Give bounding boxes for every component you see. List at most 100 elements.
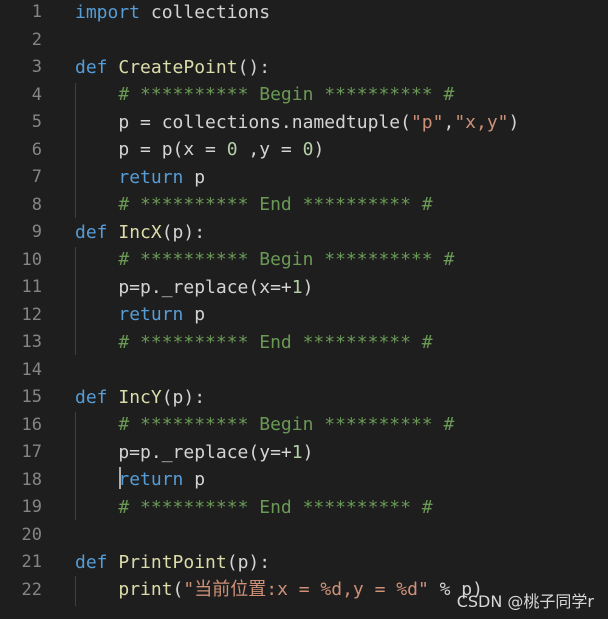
code-token: 0 (302, 139, 314, 160)
code-line[interactable]: 21 def PrintPoint(p): (0, 549, 608, 576)
code-line[interactable]: 14 (0, 356, 608, 383)
code-token: ) (508, 111, 520, 133)
code-line[interactable]: 20 (0, 521, 608, 548)
code-token: (p): (161, 386, 206, 408)
code-text: # ********** End ********** # (75, 191, 432, 218)
code-text: def IncY(p): (75, 384, 205, 411)
code-token: 1 (291, 276, 303, 298)
watermark: CSDN @桃子同学r (456, 592, 594, 611)
code-token: p=p._replace(x=+ (75, 276, 292, 298)
line-number: 15 (21, 387, 42, 407)
code-text: def IncX(p): (75, 219, 205, 246)
code-line[interactable]: 4 # ********** Begin ********** # (0, 81, 608, 108)
code-token: p=p._replace(y=+ (75, 441, 292, 463)
code-line[interactable]: 10 # ********** Begin ********** # (0, 246, 608, 273)
code-line[interactable]: 12 return p (0, 301, 608, 328)
line-number: 12 (21, 304, 42, 325)
code-token: ) (313, 139, 325, 160)
code-text: p = p(x = 0 ,y = 0) (75, 136, 324, 163)
line-number: 16 (21, 414, 42, 435)
code-line[interactable]: 8 # ********** End ********** # (0, 191, 608, 218)
code-token: (): (237, 56, 271, 78)
code-token: return (118, 469, 184, 490)
code-token: PrintPoint (118, 551, 227, 573)
code-line[interactable]: 16 # ********** Begin ********** # (0, 411, 608, 438)
code-text: # ********** Begin ********** # (75, 411, 454, 438)
code-line[interactable]: 6 p = p(x = 0 ,y = 0) (0, 136, 608, 163)
line-number: 7 (31, 167, 42, 187)
line-number: 18 (21, 469, 42, 490)
line-number: 9 (31, 222, 42, 242)
line-number: 11 (21, 277, 42, 297)
line-number: 8 (31, 194, 42, 215)
code-line[interactable]: 1 import collections (0, 0, 608, 26)
code-token: ,y = (237, 139, 303, 160)
code-line[interactable]: 13 # ********** End ********** # (0, 329, 608, 356)
line-number: 20 (21, 524, 42, 545)
code-text: return p (75, 466, 205, 493)
code-text: p = collections.namedtuple("p","x,y") (75, 109, 519, 136)
code-token: # ********** Begin ********** # (118, 84, 455, 105)
code-text: def PrintPoint(p): (75, 549, 270, 576)
code-line[interactable]: 18 return p (0, 466, 608, 493)
code-token: p = collections.namedtuple( (75, 111, 411, 133)
code-token: def (75, 551, 108, 573)
code-token: return (118, 304, 184, 325)
code-token: def (75, 386, 108, 408)
code-token: , (443, 111, 455, 133)
line-number: 4 (31, 84, 42, 105)
code-token: collections (140, 1, 271, 23)
code-line[interactable]: 17 p=p._replace(y=+1) (0, 439, 608, 466)
code-token: p (183, 304, 206, 325)
code-token: 0 (226, 139, 238, 160)
code-token: (p): (226, 551, 271, 573)
code-line[interactable]: 2 (0, 26, 608, 53)
code-editor[interactable]: 1 import collections 2 3 def CreatePoint(): 4… (0, 0, 608, 619)
code-line[interactable]: 11 p=p._replace(x=+1) (0, 274, 608, 301)
code-line[interactable]: 19 # ********** End ********** # (0, 494, 608, 521)
code-line[interactable]: 5 p = collections.namedtuple("p","x,y") (0, 109, 608, 136)
code-line[interactable]: 15 def IncY(p): (0, 384, 608, 411)
code-token: "当前位置:x = %d,y = %d" (183, 579, 429, 600)
code-text: return p (75, 301, 205, 328)
code-token: # ********** Begin ********** # (118, 249, 455, 270)
code-token: p (183, 166, 206, 188)
code-text: p=p._replace(x=+1) (75, 274, 313, 301)
code-line[interactable]: 7 return p (0, 164, 608, 191)
line-number: 6 (31, 139, 42, 160)
line-number: 3 (31, 57, 42, 77)
code-token: print (118, 579, 173, 600)
code-token: IncY (118, 386, 162, 408)
code-token: 1 (291, 441, 303, 463)
line-number: 2 (31, 29, 42, 50)
code-token: ) (302, 441, 314, 463)
code-token: p (183, 469, 206, 490)
line-number: 1 (31, 2, 42, 22)
code-token: ( (172, 579, 184, 600)
code-text: p=p._replace(y=+1) (75, 439, 313, 466)
code-text: # ********** Begin ********** # (75, 81, 454, 108)
code-line[interactable]: 9 def IncX(p): (0, 219, 608, 246)
text-cursor (119, 467, 121, 489)
code-token: import (75, 1, 141, 23)
code-token: "x,y" (454, 111, 509, 133)
code-token: # ********** End ********** # (118, 496, 433, 518)
code-token: (p): (161, 221, 206, 243)
code-text: return p (75, 164, 205, 191)
code-token: CreatePoint (118, 56, 238, 78)
line-number: 19 (21, 497, 42, 517)
code-line[interactable]: 3 def CreatePoint(): (0, 54, 608, 81)
line-number: 22 (21, 579, 42, 600)
line-number: 10 (21, 249, 42, 270)
